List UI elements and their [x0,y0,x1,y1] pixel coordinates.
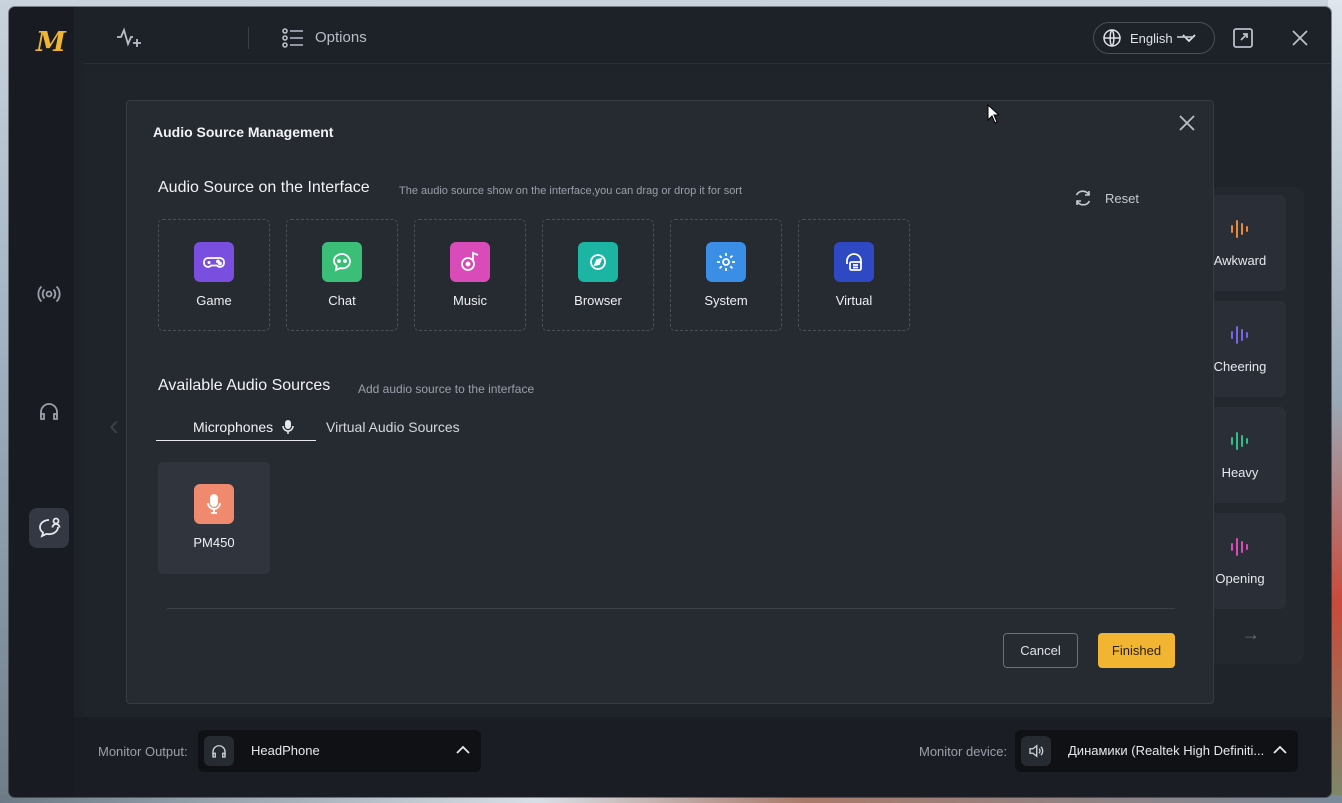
reset-button[interactable]: Reset [1073,188,1139,208]
language-selector[interactable]: English [1093,22,1215,54]
available-section-subtitle: Add audio source to the interface [358,382,535,396]
prev-page-arrow[interactable]: ‹ [109,409,119,443]
next-page-arrow[interactable]: → [1242,624,1260,645]
dialog-title: Audio Source Management [153,124,334,140]
mouse-cursor-icon [987,104,999,124]
sidebar-headphone-button[interactable] [29,391,69,431]
language-label: English [1130,30,1173,46]
soundwave-icon [1231,431,1248,450]
source-card-browser[interactable]: Browser [542,219,654,331]
available-section-title: Available Audio Sources [158,377,331,394]
monitor-output-value: HeadPhone [251,743,320,758]
sidebar: M [9,7,74,797]
chevron-up-icon [456,745,470,754]
monitor-device-value: Динамики (Realtek High Definiti... [1068,743,1265,758]
minimize-icon[interactable] [1176,35,1194,39]
tab-microphones[interactable]: Microphones [156,419,316,441]
chat-icon [322,242,362,282]
source-label: System [704,293,748,308]
chat-bubble-icon [39,517,61,538]
monitor-output-label: Monitor Output: [98,744,188,759]
soundwave-icon [1231,537,1248,556]
top-bar-divider [248,27,249,49]
sidebar-chat-button[interactable] [29,508,69,548]
maximize-icon[interactable] [1232,27,1254,49]
browser-icon [578,242,618,282]
source-label: Game [196,293,232,308]
effect-label: Opening [1215,570,1265,586]
headphone-icon [40,403,58,420]
sidebar-broadcast-button[interactable] [29,274,69,314]
close-icon[interactable] [1177,113,1197,133]
audio-source-management-dialog: Audio Source Management Audio Source on … [126,100,1214,704]
source-card-chat[interactable]: Chat [286,219,398,331]
chevron-up-icon [1273,745,1287,754]
monitor-output-select[interactable]: HeadPhone [198,730,481,772]
soundwave-icon [1231,219,1248,238]
monitor-device-label: Monitor device: [919,744,1008,759]
speaker-icon [1021,736,1051,766]
virtual-icon [834,242,874,282]
source-label: PM450 [193,535,235,550]
interface-section-subtitle: The audio source show on the interface,y… [399,185,743,197]
source-card-virtual[interactable]: Virtual [798,219,910,331]
options-menu[interactable]: Options [315,29,367,46]
source-card-game[interactable]: Game [158,219,270,331]
available-source-pm450[interactable]: PM450 [158,462,270,574]
app-logo: M [36,27,66,58]
effect-label: Cheering [1213,358,1267,374]
activity-add-icon[interactable] [116,25,142,49]
interface-section-title: Audio Source on the Interface [158,179,370,196]
source-card-system[interactable]: System [670,219,782,331]
cancel-button[interactable]: Cancel [1003,633,1078,668]
effect-label: Heavy [1221,464,1259,480]
tab-virtual-audio-sources[interactable]: Virtual Audio Sources [326,419,460,435]
effect-label: Awkward [1213,252,1267,268]
headphone-icon [204,736,234,766]
tab-label: Microphones [193,419,274,435]
finished-button[interactable]: Finished [1098,633,1175,668]
microphone-icon [282,420,294,434]
top-bar: Options English [84,7,1331,64]
broadcast-icon [37,285,61,303]
source-label: Browser [574,293,622,308]
refresh-icon [1075,190,1091,206]
source-card-music[interactable]: Music [414,219,526,331]
gamepad-icon [194,242,234,282]
dialog-divider [167,608,1175,609]
list-icon[interactable] [282,27,304,49]
microphone-icon [194,484,234,524]
source-label: Music [453,293,487,308]
source-label: Virtual [835,293,873,308]
gear-icon [706,242,746,282]
source-label: Chat [328,293,356,308]
window-close-icon[interactable] [1291,29,1309,47]
soundwave-icon [1231,325,1248,344]
monitor-device-select[interactable]: Динамики (Realtek High Definiti... [1015,730,1298,772]
music-icon [450,242,490,282]
reset-label: Reset [1105,190,1139,206]
bottom-bar: Monitor Output: HeadPhone Monitor device… [74,717,1331,797]
language-icon [1103,29,1121,47]
